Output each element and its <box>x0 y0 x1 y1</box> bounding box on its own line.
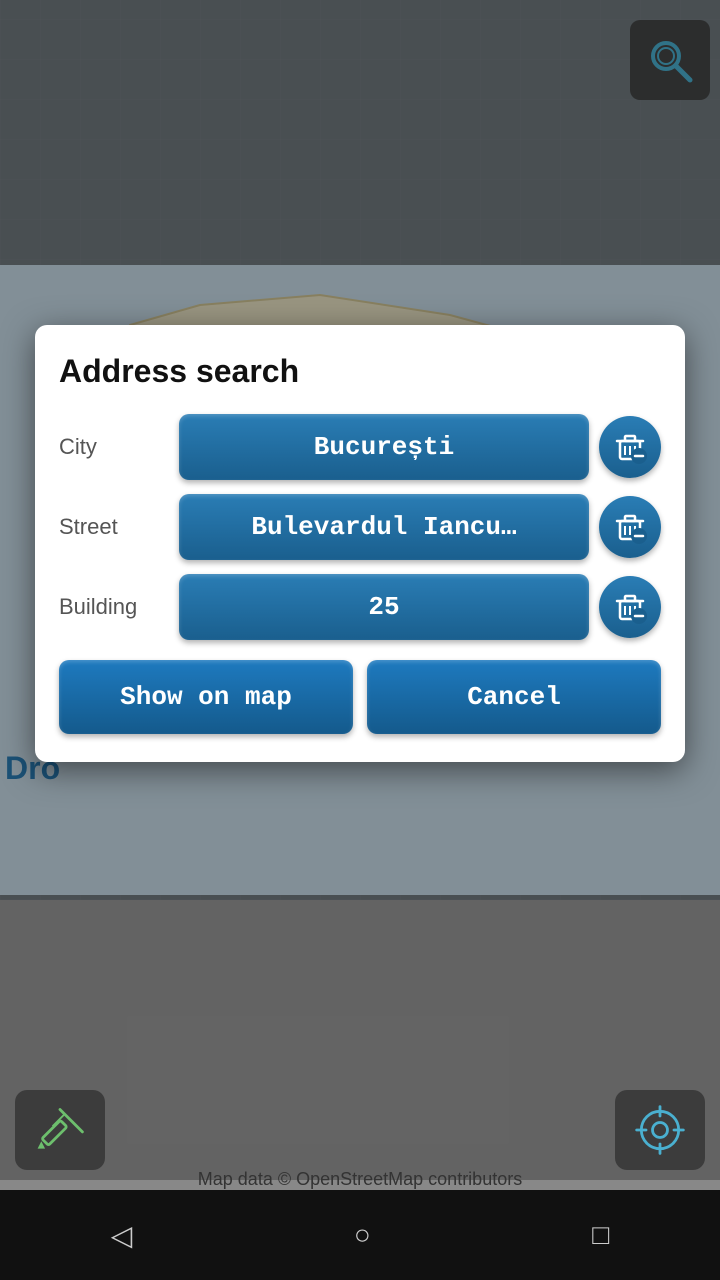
city-label: City <box>59 434 169 460</box>
street-clear-button[interactable] <box>599 496 661 558</box>
city-clear-button[interactable] <box>599 416 661 478</box>
nav-recents-button[interactable]: □ <box>592 1219 609 1251</box>
nav-home-button[interactable]: ○ <box>354 1219 371 1251</box>
cancel-button[interactable]: Cancel <box>367 660 661 734</box>
street-field[interactable]: Bulevardul Iancu… <box>179 494 589 560</box>
map-attribution: Map data © OpenStreetMap contributors <box>0 1169 720 1190</box>
show-on-map-button[interactable]: Show on map <box>59 660 353 734</box>
nav-bar: ◁ ○ □ <box>0 1190 720 1280</box>
building-row: Building 25 <box>59 574 661 640</box>
dialog-actions: Show on map Cancel <box>59 660 661 734</box>
address-search-dialog: Address search City București Street Bul… <box>35 325 685 762</box>
city-field[interactable]: București <box>179 414 589 480</box>
building-field[interactable]: 25 <box>179 574 589 640</box>
street-row: Street Bulevardul Iancu… <box>59 494 661 560</box>
trash-icon <box>612 429 648 465</box>
gps-button[interactable] <box>615 1090 705 1170</box>
building-clear-button[interactable] <box>599 576 661 638</box>
dialog-title: Address search <box>59 353 661 390</box>
building-label: Building <box>59 594 169 620</box>
street-label: Street <box>59 514 169 540</box>
gps-icon <box>632 1102 688 1158</box>
tools-button[interactable] <box>15 1090 105 1170</box>
tools-icon <box>32 1102 88 1158</box>
nav-back-button[interactable]: ◁ <box>111 1219 133 1252</box>
city-row: City București <box>59 414 661 480</box>
trash-icon <box>612 509 648 545</box>
trash-icon <box>612 589 648 625</box>
bottom-overlay <box>0 895 720 1180</box>
